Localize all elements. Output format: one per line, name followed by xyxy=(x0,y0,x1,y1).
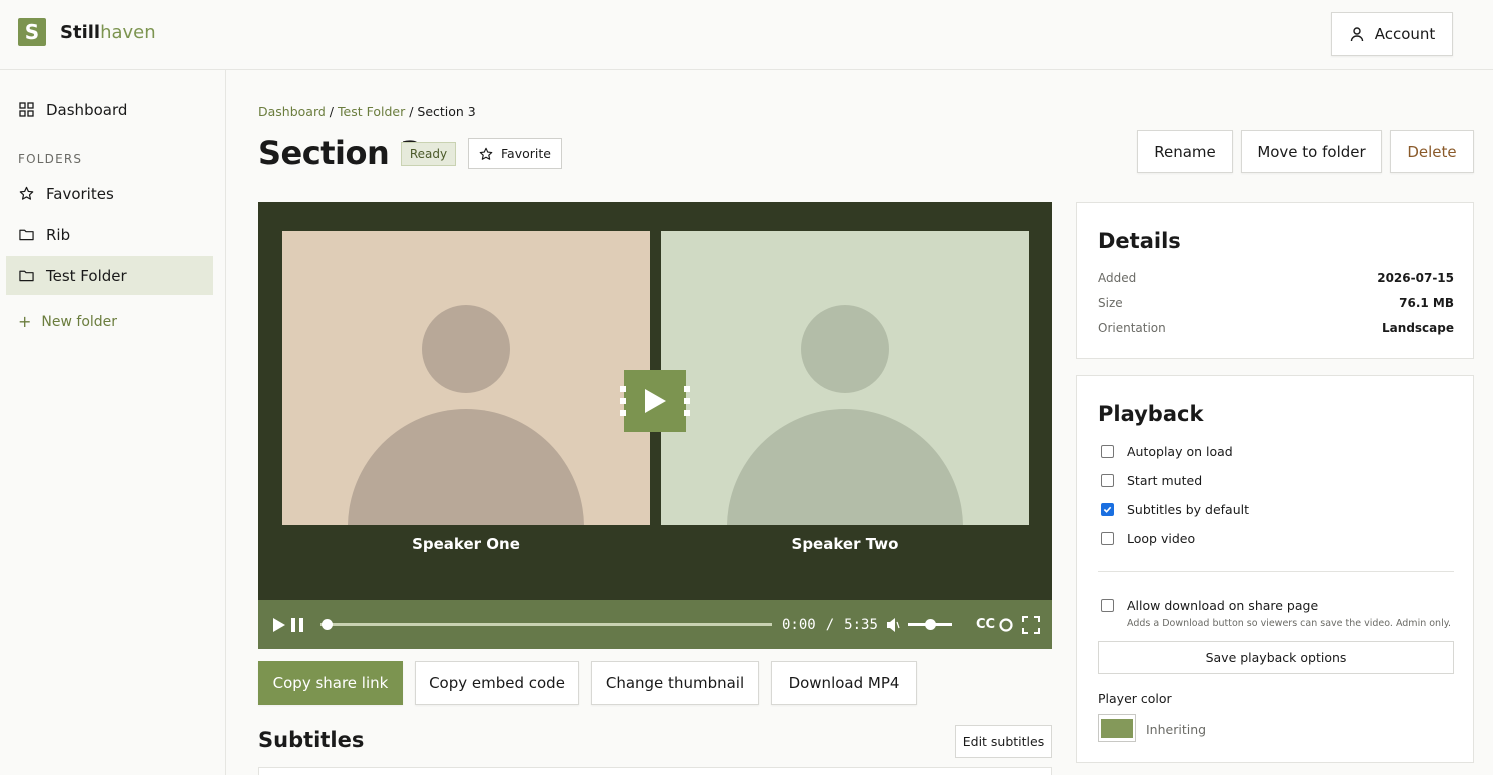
detail-row-added: Added 2026-07-15 xyxy=(1098,271,1454,285)
divider xyxy=(1098,571,1454,572)
grid-icon xyxy=(19,102,34,117)
time-total: 5:35 xyxy=(844,616,878,633)
sidebar-item-label: Test Folder xyxy=(46,266,127,285)
speaker-two-label: Speaker Two xyxy=(791,535,899,553)
folder-icon xyxy=(19,270,34,282)
download-mp4-button[interactable]: Download MP4 xyxy=(771,661,917,705)
sidebar-item-rib[interactable]: Rib xyxy=(6,215,213,254)
new-folder-label: New folder xyxy=(41,313,118,330)
save-playback-options-button[interactable]: Save playback options xyxy=(1098,641,1454,674)
checkbox[interactable] xyxy=(1101,474,1114,487)
pause-icon[interactable] xyxy=(291,600,303,649)
details-heading: Details xyxy=(1098,229,1181,253)
breadcrumb-current: Section 3 xyxy=(417,104,476,119)
star-icon xyxy=(479,147,493,160)
settings-icon[interactable] xyxy=(999,600,1013,649)
sidebar-item-label: Rib xyxy=(46,225,71,244)
folders-section-label: FOLDERS xyxy=(18,152,83,166)
volume-thumb[interactable] xyxy=(925,619,936,630)
breadcrumb: Dashboard / Test Folder / Section 3 xyxy=(258,104,476,119)
playback-heading: Playback xyxy=(1098,402,1204,426)
playback-card: Playback Autoplay on load Start muted Su… xyxy=(1076,375,1474,763)
detail-row-size: Size 76.1 MB xyxy=(1098,296,1454,310)
status-badge: Ready xyxy=(401,142,456,166)
play-icon xyxy=(645,389,666,413)
change-thumbnail-button[interactable]: Change thumbnail xyxy=(591,661,759,705)
sidebar-item-test-folder[interactable]: Test Folder xyxy=(6,256,213,295)
rename-button[interactable]: Rename xyxy=(1137,130,1233,173)
page-title: Section 3 xyxy=(258,134,422,172)
allow-download-hint: Adds a Download button so viewers can sa… xyxy=(1127,618,1452,629)
avatar-head xyxy=(422,305,510,393)
speaker-two-tile xyxy=(661,231,1029,525)
plus-icon: + xyxy=(18,312,32,331)
checkbox[interactable] xyxy=(1101,503,1114,516)
sidebar-item-favorites[interactable]: Favorites xyxy=(6,174,213,213)
star-icon xyxy=(19,186,34,200)
player-color-label: Player color xyxy=(1098,691,1172,706)
cc-button[interactable]: CC xyxy=(976,600,995,649)
account-button[interactable]: Account xyxy=(1331,12,1453,56)
move-to-folder-button[interactable]: Move to folder xyxy=(1241,130,1382,173)
start-muted-checkbox[interactable]: Start muted xyxy=(1101,473,1202,488)
progress-thumb[interactable] xyxy=(322,619,333,630)
new-folder-link[interactable]: + New folder xyxy=(18,312,117,331)
account-label: Account xyxy=(1374,25,1436,43)
sidebar-item-dashboard[interactable]: Dashboard xyxy=(6,90,213,129)
delete-button[interactable]: Delete xyxy=(1390,130,1474,173)
time-current: 0:00 xyxy=(782,616,816,633)
brand-logo[interactable]: S Stillhaven xyxy=(18,18,156,46)
sidebar: Dashboard FOLDERS Favorites Rib Test Fol… xyxy=(0,70,226,775)
speaker-one-label: Speaker One xyxy=(412,535,520,553)
autoplay-checkbox[interactable]: Autoplay on load xyxy=(1101,444,1233,459)
volume-icon[interactable] xyxy=(886,600,900,649)
breadcrumb-dashboard[interactable]: Dashboard xyxy=(258,104,326,119)
checkbox[interactable] xyxy=(1101,532,1114,545)
checkbox[interactable] xyxy=(1101,599,1114,612)
copy-embed-code-button[interactable]: Copy embed code xyxy=(415,661,579,705)
play-icon[interactable] xyxy=(272,600,286,649)
subtitles-panel xyxy=(258,767,1052,775)
sidebar-item-label: Dashboard xyxy=(46,100,128,119)
sidebar-item-label: Favorites xyxy=(46,184,114,203)
allow-download-checkbox[interactable]: Allow download on share page xyxy=(1101,598,1318,613)
breadcrumb-folder[interactable]: Test Folder xyxy=(338,104,405,119)
avatar-body xyxy=(348,409,584,525)
folder-icon xyxy=(19,229,34,241)
avatar-head xyxy=(801,305,889,393)
avatar-body xyxy=(727,409,963,525)
loop-video-checkbox[interactable]: Loop video xyxy=(1101,531,1195,546)
player-color-swatch[interactable] xyxy=(1098,714,1136,742)
user-icon xyxy=(1350,27,1363,42)
checkbox[interactable] xyxy=(1101,445,1114,458)
speaker-one-tile xyxy=(282,231,650,525)
logo-mark: S xyxy=(18,18,46,46)
subtitles-default-checkbox[interactable]: Subtitles by default xyxy=(1101,502,1249,517)
copy-share-link-button[interactable]: Copy share link xyxy=(258,661,403,705)
progress-track[interactable] xyxy=(320,623,772,626)
video-player[interactable]: Speaker One Speaker Two 0:00 / 5:35 CC xyxy=(258,202,1052,649)
player-color-state: Inheriting xyxy=(1146,722,1207,737)
time-display: 0:00 / 5:35 xyxy=(782,616,878,633)
subtitles-heading: Subtitles xyxy=(258,728,365,752)
player-controls: 0:00 / 5:35 CC xyxy=(258,600,1052,649)
details-card: Details Added 2026-07-15 Size 76.1 MB Or… xyxy=(1076,202,1474,359)
favorite-button[interactable]: Favorite xyxy=(468,138,562,169)
top-bar: S Stillhaven Account xyxy=(0,0,1493,70)
detail-row-orientation: Orientation Landscape xyxy=(1098,321,1454,335)
fullscreen-icon[interactable] xyxy=(1022,600,1040,649)
brand-name: Stillhaven xyxy=(60,21,156,43)
edit-subtitles-button[interactable]: Edit subtitles xyxy=(955,725,1052,758)
big-play-button[interactable] xyxy=(620,370,690,432)
